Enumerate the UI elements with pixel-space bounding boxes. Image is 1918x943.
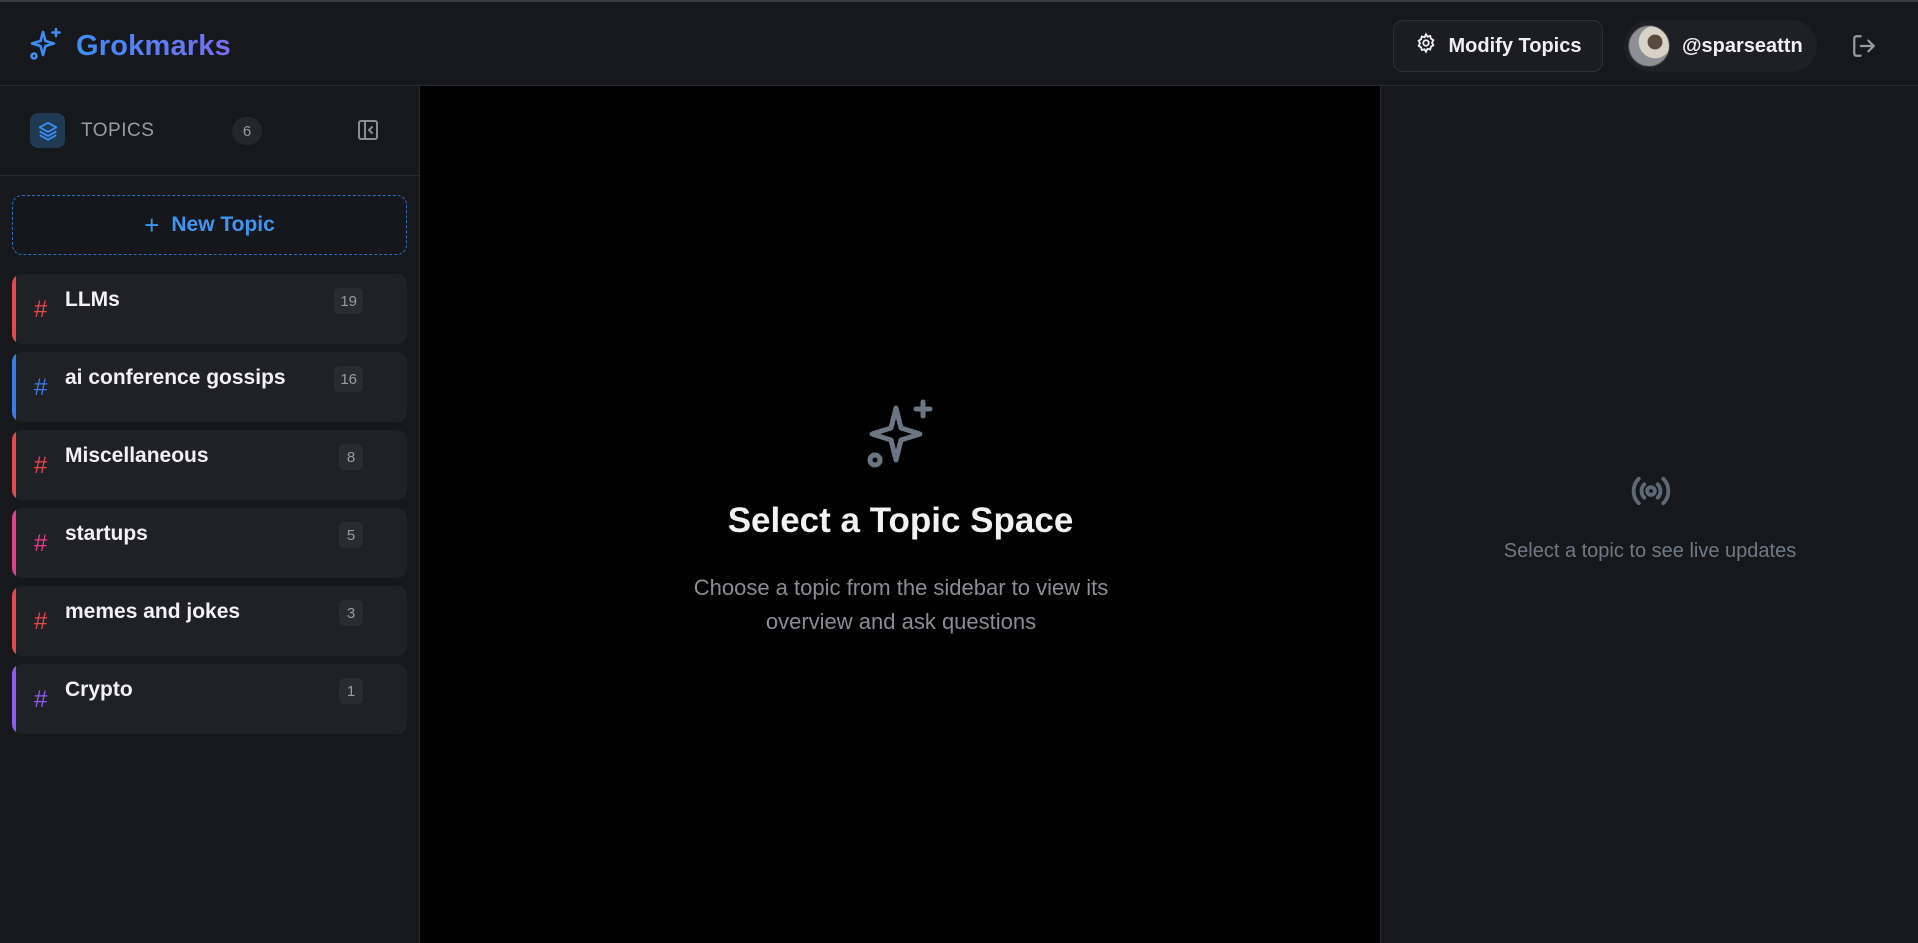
- broadcast-icon: [1628, 468, 1674, 519]
- hash-icon: #: [34, 374, 48, 401]
- empty-state-title: Select a Topic Space: [727, 501, 1074, 540]
- modify-topics-button[interactable]: Modify Topics: [1393, 20, 1603, 72]
- topic-item[interactable]: # Miscellaneous 8: [12, 430, 407, 500]
- user-menu[interactable]: @sparseattn: [1624, 20, 1817, 72]
- gear-icon: [1415, 32, 1437, 60]
- topic-count-badge: 19: [334, 288, 363, 314]
- topic-item[interactable]: # memes and jokes 3: [12, 586, 407, 656]
- topic-name: LLMs: [65, 288, 120, 311]
- topic-name: startups: [65, 522, 148, 545]
- new-topic-label: New Topic: [171, 213, 275, 236]
- live-updates-panel: Select a topic to see live updates: [1380, 86, 1918, 943]
- collapse-sidebar-icon[interactable]: [356, 118, 380, 142]
- topic-color-bar: [12, 352, 16, 422]
- hash-icon: #: [34, 530, 48, 557]
- sparkles-icon: [28, 26, 64, 67]
- modify-topics-label: Modify Topics: [1448, 34, 1582, 57]
- topic-count-badge: 16: [334, 366, 363, 392]
- main-panel: Select a Topic Space Choose a topic from…: [421, 86, 1380, 943]
- topic-color-bar: [12, 508, 16, 578]
- topic-item[interactable]: # Crypto 1: [12, 664, 407, 734]
- topic-name: Crypto: [65, 678, 133, 701]
- topics-heading: TOPICS: [81, 120, 155, 141]
- hash-icon: #: [34, 686, 48, 713]
- brand-name: Grokmarks: [76, 30, 231, 62]
- empty-state-subtitle: Choose a topic from the sidebar to view …: [693, 575, 1109, 634]
- hash-icon: #: [34, 452, 48, 479]
- topic-color-bar: [12, 430, 16, 500]
- top-bar: Grokmarks Modify Topics @sparseattn: [0, 0, 1918, 86]
- layers-icon: [30, 113, 65, 148]
- new-topic-button[interactable]: + New Topic: [12, 195, 407, 255]
- logout-icon[interactable]: [1851, 33, 1877, 59]
- topic-name: memes and jokes: [65, 600, 241, 623]
- live-updates-message: Select a topic to see live updates: [1503, 540, 1797, 562]
- topic-color-bar: [12, 274, 16, 344]
- topic-count-badge: 8: [339, 444, 363, 470]
- brand[interactable]: Grokmarks: [28, 26, 231, 67]
- hash-icon: #: [34, 608, 48, 635]
- topics-count-badge: 6: [232, 117, 262, 145]
- topic-count-badge: 1: [339, 678, 363, 704]
- topic-item[interactable]: # startups 5: [12, 508, 407, 578]
- hash-icon: #: [34, 296, 48, 323]
- topic-name: Miscellaneous: [65, 444, 209, 467]
- topic-count-badge: 3: [339, 600, 363, 626]
- avatar: [1628, 25, 1670, 67]
- username: @sparseattn: [1682, 34, 1803, 57]
- topic-count-badge: 5: [339, 522, 363, 548]
- sidebar: TOPICS 6 + New Topic # LLMs 19 # ai conf…: [0, 86, 420, 943]
- topic-name: ai conference gossips: [65, 366, 286, 389]
- plus-icon: +: [144, 210, 160, 240]
- topic-color-bar: [12, 586, 16, 656]
- topic-item[interactable]: # ai conference gossips 16: [12, 352, 407, 422]
- sparkles-icon: [864, 398, 936, 475]
- sidebar-header: TOPICS 6: [0, 86, 420, 176]
- topic-color-bar: [12, 664, 16, 734]
- topic-item[interactable]: # LLMs 19: [12, 274, 407, 344]
